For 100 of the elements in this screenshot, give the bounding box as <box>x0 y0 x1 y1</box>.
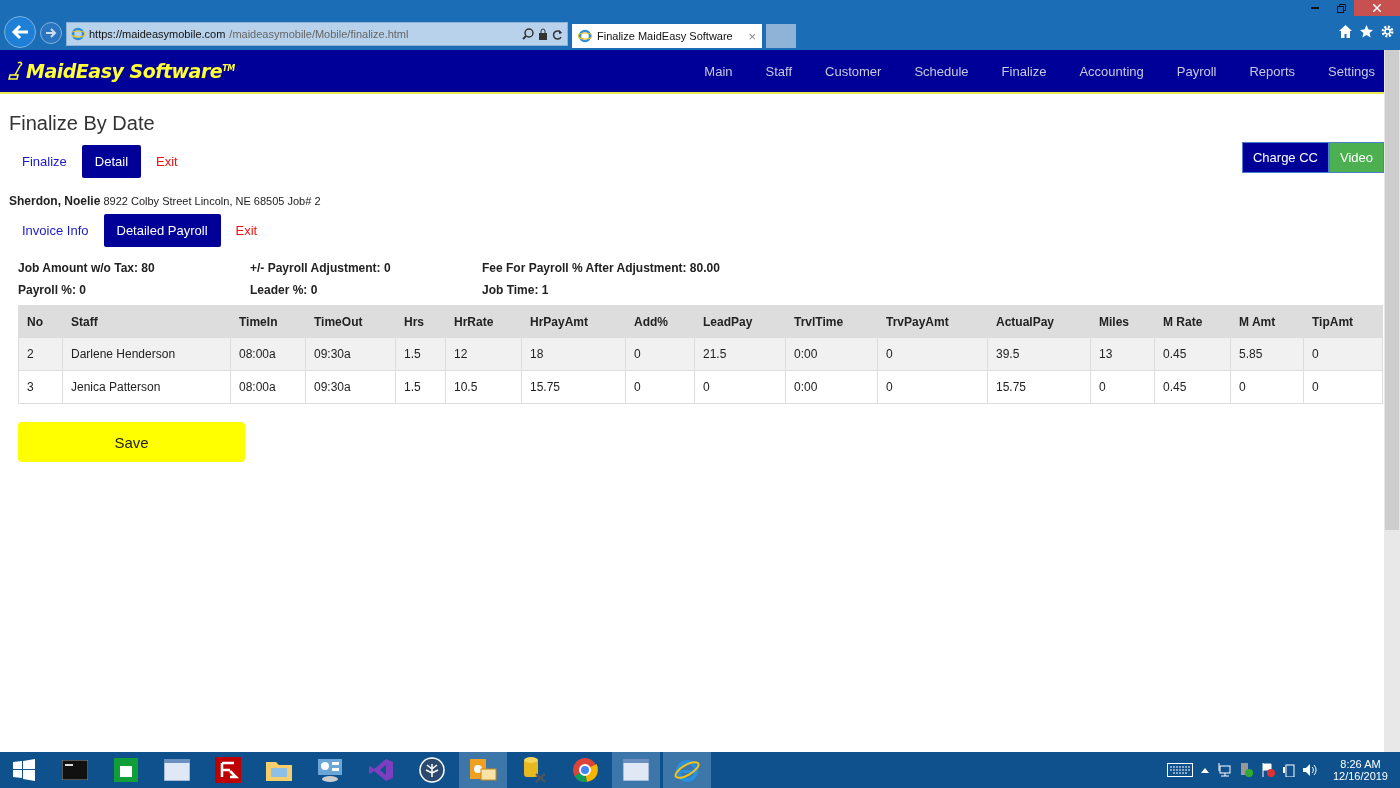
table-cell: 09:30a <box>305 337 396 371</box>
speaker-icon[interactable] <box>1302 763 1317 777</box>
table-cell: 18 <box>521 337 626 371</box>
table-cell: 08:00a <box>230 370 306 404</box>
exit-link[interactable]: Exit <box>143 145 191 178</box>
column-header: M Rate <box>1154 305 1231 338</box>
summary-value: Fee For Payroll % After Adjustment: 80.00 <box>482 261 721 275</box>
restore-icon <box>1336 3 1346 13</box>
lock-icon <box>538 28 548 40</box>
table-cell: 15.75 <box>987 370 1091 404</box>
battery-icon[interactable] <box>1282 763 1295 777</box>
table-cell: 0 <box>1090 370 1155 404</box>
window-icon <box>623 759 649 781</box>
back-button[interactable] <box>4 16 36 48</box>
keyboard-icon[interactable] <box>1166 763 1193 777</box>
summary-value: Job Amount w/o Tax: 80 <box>18 261 156 275</box>
table-cell: 0:00 <box>785 370 878 404</box>
windows-logo-icon <box>13 759 35 781</box>
column-header: LeadPay <box>694 305 786 338</box>
page-tab[interactable]: Finalize <box>9 145 80 178</box>
table-cell: 10.5 <box>445 370 522 404</box>
tree-icon <box>419 757 445 783</box>
table-cell: 0 <box>1303 337 1383 371</box>
column-header: Miles <box>1090 305 1155 338</box>
table-cell: 0.45 <box>1154 337 1231 371</box>
forward-button[interactable] <box>40 22 62 44</box>
scrollbar[interactable] <box>1384 50 1400 752</box>
customer-info: Sherdon, Noelie 8922 Colby Street Lincoln, NE 68505 Job# 2 <box>9 194 322 208</box>
taskbar-app[interactable] <box>459 752 507 788</box>
summary-value: Leader %: 0 <box>250 283 319 297</box>
column-header: TimeOut <box>305 305 396 338</box>
browser-e-icon <box>71 27 85 41</box>
url-host: https://maideasymobile.com <box>89 28 226 40</box>
table-cell: Darlene Henderson <box>62 337 231 371</box>
summary-value: Job Time: 1 <box>482 283 550 297</box>
taskbar-app[interactable] <box>612 752 660 788</box>
page-tab[interactable]: Detail <box>81 145 142 178</box>
column-header: M Amt <box>1230 305 1304 338</box>
table-cell: 0:00 <box>785 337 878 371</box>
table-cell: 21.5 <box>694 337 786 371</box>
close-tab-button[interactable]: × <box>748 28 756 44</box>
search-icon[interactable] <box>522 28 534 40</box>
logo-text[interactable]: MaidEasy Software$^{TM}$ <box>26 60 235 82</box>
shield-check-icon[interactable] <box>1238 763 1253 777</box>
table-cell: 2 <box>18 337 63 371</box>
table-cell: 15.75 <box>521 370 626 404</box>
home-icon[interactable] <box>1339 25 1352 38</box>
close-button[interactable] <box>1354 0 1400 16</box>
nav-link[interactable]: Schedule <box>905 63 978 79</box>
table-cell: 09:30a <box>305 370 396 404</box>
column-header: Add% <box>625 305 695 338</box>
column-header: HrPayAmt <box>521 305 626 338</box>
nav-link[interactable]: Customer <box>816 63 891 79</box>
table-cell: 0 <box>694 370 786 404</box>
summary-value: Payroll %: 0 <box>18 283 88 297</box>
star-icon[interactable] <box>1360 25 1373 38</box>
tab-title: Finalize MaidEasy Software <box>597 30 734 42</box>
visual-studio-icon <box>368 757 394 783</box>
column-header: No <box>18 305 63 338</box>
nav-link[interactable]: Accounting <box>1070 63 1153 79</box>
forward-arrow-icon <box>45 28 57 38</box>
nav-link[interactable]: Main <box>704 63 742 79</box>
table-cell: 3 <box>18 370 63 404</box>
mail-icon <box>469 757 497 783</box>
control-panel-icon <box>316 757 344 783</box>
back-arrow-icon <box>11 24 29 40</box>
page-title: Finalize By Date <box>9 112 156 135</box>
column-header: TipAmt <box>1303 305 1383 338</box>
address-bar[interactable]: https://maideasymobile.com /maideasymobile/Mobile/finalize.html <box>66 22 568 46</box>
caret-up-icon[interactable] <box>1200 767 1209 773</box>
browser-tab[interactable]: Finalize MaidEasy Software × <box>572 24 762 48</box>
nav-link[interactable]: Settings <box>1319 63 1384 79</box>
nav-link[interactable]: Payroll <box>1167 63 1226 79</box>
save-button[interactable]: Save <box>18 422 245 462</box>
column-header: Staff <box>62 305 231 338</box>
browser-e-icon <box>578 29 592 43</box>
flag-error-icon[interactable] <box>1260 763 1275 777</box>
chrome-icon <box>572 757 598 783</box>
nav-link[interactable]: Staff <box>756 63 802 79</box>
section-tab[interactable]: Detailed Payroll <box>103 214 221 247</box>
table-cell: 39.5 <box>987 337 1091 371</box>
close-icon <box>1373 4 1381 12</box>
clock[interactable]: 8:26 AM 12/16/2019 <box>1332 758 1388 782</box>
nav-link[interactable]: Finalize <box>992 63 1056 79</box>
exit-link[interactable]: Exit <box>222 214 271 247</box>
network-icon[interactable] <box>1216 763 1231 777</box>
table-cell: 0 <box>625 337 695 371</box>
refresh-icon[interactable] <box>552 28 563 40</box>
table-cell: 0 <box>877 370 988 404</box>
settings-icon[interactable] <box>1381 25 1394 38</box>
table-cell: Jenica Patterson <box>62 370 231 404</box>
column-header: TimeIn <box>230 305 306 338</box>
column-header: TrvlTime <box>785 305 878 338</box>
table-cell: 0.45 <box>1154 370 1231 404</box>
section-tab[interactable]: Invoice Info <box>9 214 102 247</box>
table-cell: 0 <box>877 337 988 371</box>
table-cell: 08:00a <box>230 337 306 371</box>
window-icon <box>164 759 190 781</box>
nav-link[interactable]: Reports <box>1240 63 1304 79</box>
action-button[interactable]: Charge CC <box>1241 142 1329 173</box>
